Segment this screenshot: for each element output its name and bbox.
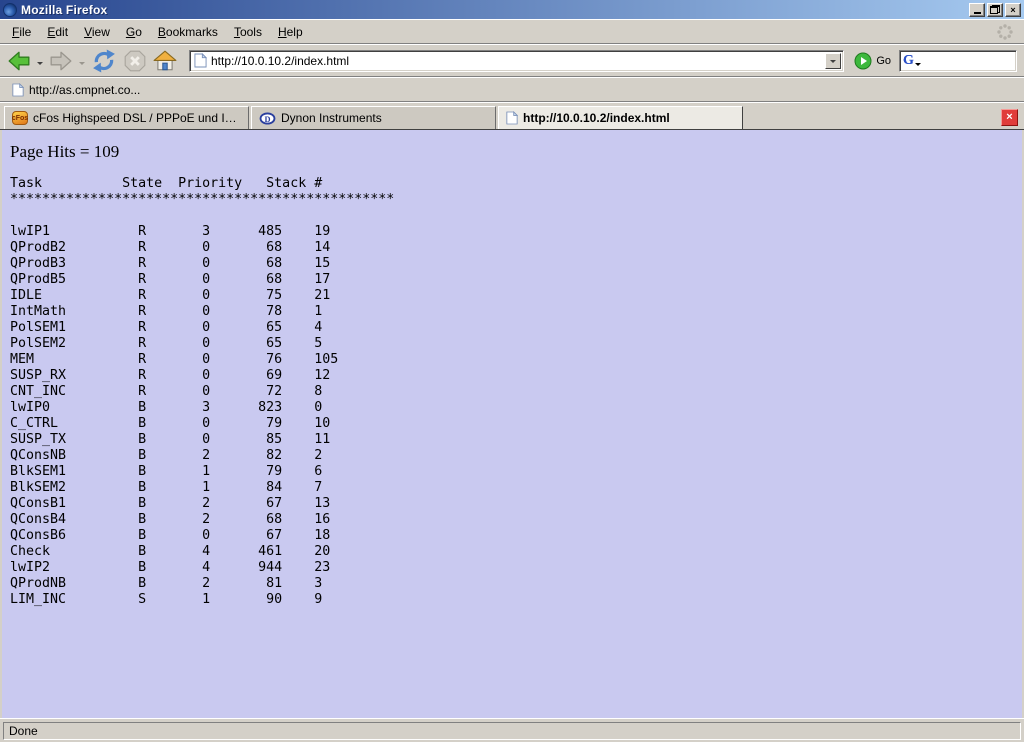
page-content: Page Hits = 109 Task State Priority Stac… <box>2 130 1022 718</box>
menu-go[interactable]: Go <box>118 22 150 42</box>
search-box: G <box>899 50 1017 72</box>
firefox-logo-icon <box>3 3 17 17</box>
tab-dynon[interactable]: D Dynon Instruments <box>251 106 496 129</box>
home-icon <box>153 49 177 73</box>
tab-cfos[interactable]: cFos cFos Highspeed DSL / PPPoE und ISDN… <box>4 106 249 129</box>
status-text: Done <box>9 724 38 738</box>
menu-file[interactable]: File <box>4 22 39 42</box>
url-dropdown-button[interactable] <box>825 53 841 69</box>
close-icon: × <box>1010 5 1015 15</box>
close-tab-icon: × <box>1006 111 1012 123</box>
go-icon <box>854 52 872 70</box>
bookmark-label: http://as.cmpnet.co... <box>29 83 140 97</box>
back-arrow-icon <box>7 49 31 73</box>
navigation-toolbar: Go G <box>0 44 1024 77</box>
go-label: Go <box>876 55 891 67</box>
tab-label: cFos Highspeed DSL / PPPoE und ISDN CAP.… <box>33 111 241 125</box>
minimize-icon <box>974 12 981 14</box>
page-icon <box>506 111 518 125</box>
url-bar <box>189 50 844 72</box>
stop-button[interactable] <box>121 47 149 75</box>
menu-edit[interactable]: Edit <box>39 22 76 42</box>
menu-bookmarks[interactable]: Bookmarks <box>150 22 226 42</box>
tabbar-filler <box>745 106 1001 129</box>
tab-label: Dynon Instruments <box>281 111 382 125</box>
page-hits-text: Page Hits = 109 <box>10 142 1022 162</box>
dynon-icon: D <box>259 112 276 125</box>
cfos-icon: cFos <box>12 111 28 125</box>
menu-help[interactable]: Help <box>270 22 311 42</box>
search-engine-caret[interactable] <box>915 63 921 69</box>
window-controls: × <box>969 3 1021 17</box>
restore-button[interactable] <box>987 3 1003 17</box>
bookmark-page-icon <box>12 83 24 97</box>
close-tab-button[interactable]: × <box>1001 109 1018 126</box>
minimize-button[interactable] <box>969 3 985 17</box>
go-button[interactable]: Go <box>852 52 897 70</box>
status-bar: Done <box>0 718 1024 742</box>
forward-dropdown-caret[interactable] <box>79 62 85 68</box>
forward-button[interactable] <box>47 47 75 75</box>
bookmarks-toolbar: http://as.cmpnet.co... <box>0 77 1024 102</box>
reload-button[interactable] <box>89 47 119 75</box>
stop-icon <box>123 49 147 73</box>
url-dropdown-caret <box>830 60 836 66</box>
task-table: Task State Priority Stack # ************… <box>10 176 1022 608</box>
restore-icon <box>990 5 1000 14</box>
tab-index-html-active[interactable]: http://10.0.10.2/index.html <box>498 106 743 129</box>
reload-icon <box>91 49 117 73</box>
back-dropdown-caret[interactable] <box>37 62 43 68</box>
bookmark-item[interactable]: http://as.cmpnet.co... <box>8 81 144 99</box>
menu-tools[interactable]: Tools <box>226 22 270 42</box>
back-button[interactable] <box>5 47 33 75</box>
browser-window: Mozilla Firefox × File Edit View Go Book… <box>0 0 1024 742</box>
url-input[interactable] <box>211 54 821 68</box>
menu-view[interactable]: View <box>76 22 118 42</box>
svg-text:D: D <box>264 114 270 123</box>
google-icon[interactable]: G <box>903 54 914 68</box>
menu-bar: File Edit View Go Bookmarks Tools Help <box>0 19 1024 44</box>
forward-arrow-icon <box>49 49 73 73</box>
search-input[interactable] <box>922 54 1024 68</box>
home-button[interactable] <box>151 47 179 75</box>
status-panel: Done <box>3 722 1021 740</box>
title-bar: Mozilla Firefox × <box>0 0 1024 19</box>
tab-bar: cFos cFos Highspeed DSL / PPPoE und ISDN… <box>0 102 1024 130</box>
close-button[interactable]: × <box>1005 3 1021 17</box>
window-title: Mozilla Firefox <box>21 3 107 17</box>
page-icon <box>194 53 207 68</box>
tab-label: http://10.0.10.2/index.html <box>523 111 670 125</box>
throbber-icon <box>996 23 1014 41</box>
